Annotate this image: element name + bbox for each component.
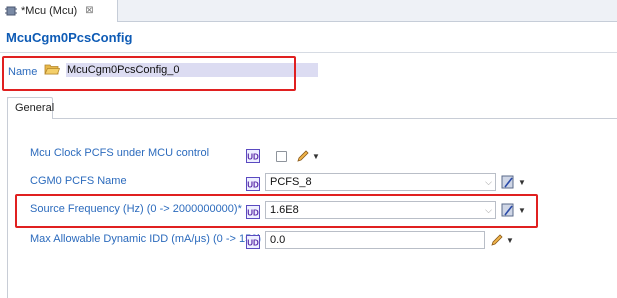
chevron-down-icon[interactable]: ▼	[506, 236, 514, 245]
close-icon[interactable]: ⊠	[85, 6, 93, 16]
svg-text:UD: UD	[247, 181, 259, 190]
combo-value: PCFS_8	[270, 176, 312, 188]
svg-text:UD: UD	[247, 239, 259, 248]
cgm0-pcfs-name-combo[interactable]: PCFS_8 ⌵	[265, 173, 496, 191]
chip-icon	[5, 6, 17, 16]
panel-tab-divider	[53, 118, 617, 119]
tab-label: *Mcu (Mcu)	[21, 5, 78, 17]
highlight-box-source-frequency	[15, 194, 538, 228]
max-dynamic-idd-field[interactable]: 0.0	[265, 231, 485, 249]
chevron-down-icon[interactable]: ⌵	[485, 174, 492, 190]
svg-text:UD: UD	[247, 153, 259, 162]
page-title: McuCgm0PcsConfig	[6, 30, 133, 45]
user-defined-icon[interactable]: UD	[246, 235, 260, 249]
calculator-icon[interactable]	[501, 175, 515, 189]
chevron-down-icon[interactable]: ▼	[312, 152, 320, 161]
pencil-icon[interactable]	[296, 149, 310, 163]
editor-tab-mcu[interactable]: *Mcu (Mcu) ⊠	[0, 0, 118, 22]
title-divider	[0, 52, 617, 53]
tab-general[interactable]: General	[7, 97, 54, 119]
user-defined-icon[interactable]: UD	[246, 177, 260, 191]
chevron-down-icon[interactable]: ▼	[518, 178, 526, 187]
mcu-clock-pcfs-checkbox[interactable]	[276, 151, 287, 162]
param-label-mcu-clock-pcfs: Mcu Clock PCFS under MCU control	[30, 147, 210, 159]
param-label-max-dynamic-idd: Max Allowable Dynamic IDD (mA/μs) (0 -> …	[30, 233, 261, 245]
user-defined-icon[interactable]: UD	[246, 149, 260, 163]
highlight-box-name	[2, 56, 296, 91]
field-value: 0.0	[270, 234, 286, 246]
param-label-cgm0-pcfs-name: CGM0 PCFS Name	[30, 175, 127, 187]
editor-tab-strip: *Mcu (Mcu) ⊠	[0, 0, 617, 22]
pencil-icon[interactable]	[490, 233, 504, 247]
